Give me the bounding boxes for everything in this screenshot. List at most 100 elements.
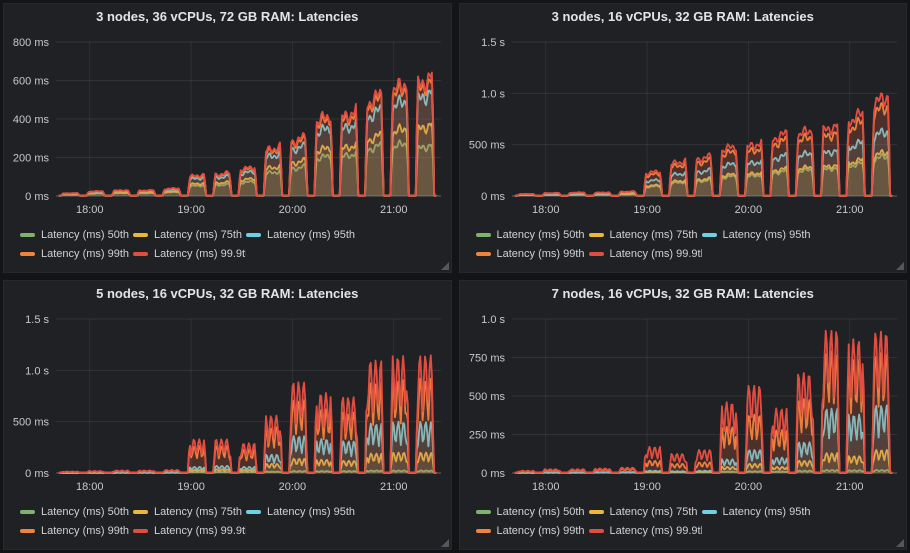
legend-label: Latency (ms) 75th (610, 506, 698, 518)
legend-item-50th[interactable]: Latency (ms) 50th (476, 502, 589, 521)
latency-chart-plot[interactable]: 18:0019:0020:0021:000 ms250 ms500 ms750 … (460, 305, 907, 499)
legend-item-999th[interactable]: Latency (ms) 99.9th (589, 244, 702, 263)
legend-label: Latency (ms) 75th (154, 229, 242, 241)
legend-swatch-icon (476, 529, 491, 533)
legend-item-999th[interactable]: Latency (ms) 99.9th (589, 521, 702, 540)
x-tick-label: 20:00 (279, 204, 307, 216)
x-tick-label: 19:00 (177, 204, 205, 216)
legend-swatch-icon (589, 529, 604, 533)
legend-swatch-icon (133, 510, 148, 514)
legend-item-50th[interactable]: Latency (ms) 50th (20, 225, 133, 244)
y-tick-label: 500 ms (13, 417, 50, 429)
legend-label: Latency (ms) 50th (41, 229, 129, 241)
panel-resize-handle[interactable] (896, 262, 904, 270)
x-tick-label: 21:00 (835, 204, 863, 216)
legend-label: Latency (ms) 99th (497, 525, 585, 537)
x-tick-label: 21:00 (380, 481, 408, 493)
legend-item-50th[interactable]: Latency (ms) 50th (476, 225, 589, 244)
grafana-dashboard: 3 nodes, 36 vCPUs, 72 GB RAM: Latencies … (0, 0, 910, 553)
legend-item-999th[interactable]: Latency (ms) 99.9th (133, 244, 246, 263)
legend-item-99th[interactable]: Latency (ms) 99th (20, 521, 133, 540)
legend-item-75th[interactable]: Latency (ms) 75th (589, 225, 702, 244)
chart-canvas[interactable]: 18:0019:0020:0021:000 ms250 ms500 ms750 … (460, 305, 907, 499)
y-tick-label: 0 ms (25, 468, 49, 480)
legend-swatch-icon (702, 233, 717, 237)
legend-swatch-icon (589, 252, 604, 256)
legend-label: Latency (ms) 95th (723, 229, 811, 241)
y-tick-label: 750 ms (468, 353, 505, 365)
legend-label: Latency (ms) 99th (41, 248, 129, 260)
legend-label: Latency (ms) 99th (497, 248, 585, 260)
panel-title[interactable]: 7 nodes, 16 vCPUs, 32 GB RAM: Latencies (460, 281, 907, 305)
legend-label: Latency (ms) 95th (267, 229, 355, 241)
x-tick-label: 19:00 (177, 481, 205, 493)
legend-item-999th[interactable]: Latency (ms) 99.9th (133, 521, 246, 540)
legend-swatch-icon (133, 233, 148, 237)
legend-swatch-icon (20, 252, 35, 256)
legend-swatch-icon (20, 529, 35, 533)
y-tick-label: 600 ms (13, 76, 50, 88)
x-tick-label: 21:00 (380, 204, 408, 216)
x-tick-label: 20:00 (279, 481, 307, 493)
chart-canvas[interactable]: 18:00 19:00 20:00 21:00 0 ms 500 ms 1.0 s 1.5 s (4, 305, 451, 499)
legend-item-99th[interactable]: Latency (ms) 99th (20, 244, 133, 263)
x-tick-label: 20:00 (734, 204, 762, 216)
legend-label: Latency (ms) 50th (497, 229, 585, 241)
legend-item-95th[interactable]: Latency (ms) 95th (246, 225, 359, 244)
latency-chart-plot[interactable]: 18:0019:0020:0021:000 ms500 ms1.0 s1.5 s (460, 28, 907, 222)
legend-swatch-icon (133, 252, 148, 256)
chart-canvas[interactable]: 18:0019:0020:0021:000 ms500 ms1.0 s1.5 s (460, 28, 907, 222)
legend-item-75th[interactable]: Latency (ms) 75th (133, 502, 246, 521)
legend-swatch-icon (589, 233, 604, 237)
legend-swatch-icon (246, 233, 261, 237)
legend-label: Latency (ms) 99.9th (610, 248, 702, 260)
chart-legend: Latency (ms) 50th Latency (ms) 75th Late… (460, 222, 907, 272)
x-tick-label: 18:00 (76, 204, 104, 216)
legend-label: Latency (ms) 99.9th (154, 525, 246, 537)
chart-legend: Latency (ms) 50th Latency (ms) 75th Late… (4, 499, 451, 549)
y-tick-label: 500 ms (468, 391, 505, 403)
legend-label: Latency (ms) 75th (610, 229, 698, 241)
legend-item-99th[interactable]: Latency (ms) 99th (476, 521, 589, 540)
legend-label: Latency (ms) 99th (41, 525, 129, 537)
panel-resize-handle[interactable] (441, 539, 449, 547)
panel-title[interactable]: 3 nodes, 16 vCPUs, 32 GB RAM: Latencies (460, 4, 907, 28)
y-tick-label: 1.5 s (25, 314, 49, 326)
x-tick-label: 18:00 (532, 481, 560, 493)
legend-item-75th[interactable]: Latency (ms) 75th (133, 225, 246, 244)
chart-legend: Latency (ms) 50th Latency (ms) 75th Late… (4, 222, 451, 272)
panel-resize-handle[interactable] (896, 539, 904, 547)
y-tick-label: 1.0 s (25, 365, 49, 377)
y-tick-label: 1.0 s (481, 88, 505, 100)
legend-item-95th[interactable]: Latency (ms) 95th (702, 225, 815, 244)
y-tick-label: 0 ms (481, 191, 505, 203)
panel-resize-handle[interactable] (441, 262, 449, 270)
panel-title[interactable]: 5 nodes, 16 vCPUs, 32 GB RAM: Latencies (4, 281, 451, 305)
latency-chart-plot[interactable]: 18:0019:0020:0021:000 ms200 ms400 ms600 … (4, 28, 451, 222)
chart-canvas[interactable]: 18:0019:0020:0021:000 ms200 ms400 ms600 … (4, 28, 451, 222)
legend-swatch-icon (476, 510, 491, 514)
legend-swatch-icon (476, 233, 491, 237)
y-tick-label: 1.5 s (481, 37, 505, 49)
legend-label: Latency (ms) 95th (267, 506, 355, 518)
legend-label: Latency (ms) 95th (723, 506, 811, 518)
y-tick-label: 1.0 s (481, 314, 505, 326)
legend-item-50th[interactable]: Latency (ms) 50th (20, 502, 133, 521)
y-tick-label: 200 ms (13, 153, 50, 165)
legend-item-95th[interactable]: Latency (ms) 95th (702, 502, 815, 521)
y-tick-label: 500 ms (468, 140, 505, 152)
legend-item-75th[interactable]: Latency (ms) 75th (589, 502, 702, 521)
legend-swatch-icon (246, 510, 261, 514)
latency-chart-plot[interactable]: 18:00 19:00 20:00 21:00 0 ms 500 ms 1.0 s 1.5 s (4, 305, 451, 499)
chart-legend: Latency (ms) 50th Latency (ms) 75th Late… (460, 499, 907, 549)
panel-3-nodes-16-vcpus: 3 nodes, 16 vCPUs, 32 GB RAM: Latencies … (459, 3, 908, 273)
y-tick-label: 250 ms (468, 430, 505, 442)
legend-item-99th[interactable]: Latency (ms) 99th (476, 244, 589, 263)
panel-title[interactable]: 3 nodes, 36 vCPUs, 72 GB RAM: Latencies (4, 4, 451, 28)
legend-swatch-icon (476, 252, 491, 256)
y-tick-label: 800 ms (13, 37, 50, 49)
legend-item-95th[interactable]: Latency (ms) 95th (246, 502, 359, 521)
legend-swatch-icon (702, 510, 717, 514)
panel-7-nodes-16-vcpus: 7 nodes, 16 vCPUs, 32 GB RAM: Latencies … (459, 280, 908, 550)
x-tick-label: 18:00 (76, 481, 104, 493)
